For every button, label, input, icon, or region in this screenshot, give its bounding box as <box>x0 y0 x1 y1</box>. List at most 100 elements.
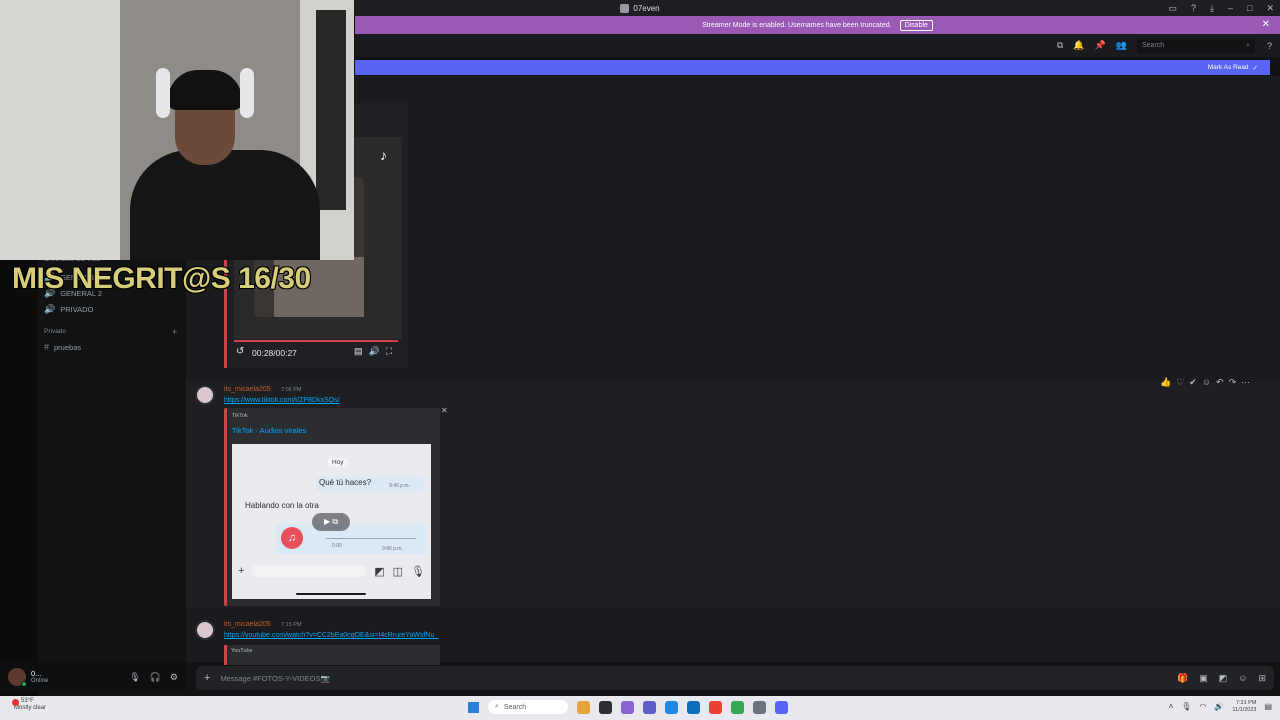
app-icon[interactable] <box>731 700 744 714</box>
pin-icon[interactable]: 📌 <box>1095 40 1106 51</box>
gift-icon[interactable]: 🎁 <box>1177 673 1188 684</box>
clock[interactable]: 7:31 PM 11/1/2023 <box>1232 700 1256 713</box>
music-note-icon: ♫ <box>281 527 303 549</box>
edge-icon[interactable] <box>665 700 678 714</box>
window-title: 07even <box>620 3 660 13</box>
minimize-icon[interactable]: – <box>1228 3 1233 13</box>
video-control-icons: ▤ 🔊 ⛶ <box>354 346 392 357</box>
bell-icon[interactable]: 🔔 <box>1073 40 1084 51</box>
mark-read-icon: ✓ <box>1252 64 1258 72</box>
message-composer: + Message #FOTOS-Y-VIDEOS📷 🎁 ▣ ◩ ☺ ⊞ <box>196 666 1274 690</box>
play-button[interactable]: ▶ ⧉ <box>312 513 350 531</box>
close-icon[interactable]: ✕ <box>1262 19 1270 30</box>
microphone-icon[interactable]: 🎙 <box>129 672 140 683</box>
embed-provider: TikTok <box>232 413 248 419</box>
wifi-icon[interactable]: ◠ <box>1199 702 1206 711</box>
message-input[interactable]: Message #FOTOS-Y-VIDEOS📷 <box>220 674 329 683</box>
banner-text: Streamer Mode is enabled. Usernames have… <box>702 21 892 29</box>
phone-input-bar: + ◩ ◫ 🎙 <box>232 560 431 582</box>
microphone-icon[interactable]: 🎙 <box>1181 702 1191 711</box>
message-actions: 👍 ♡ ✔ ☺ ↶ ↷ ⋯ <box>1160 377 1250 388</box>
notifications-icon[interactable]: ▤ <box>1264 702 1272 711</box>
outgoing-bubble: Qué tú haces? 9:46 p.m. <box>316 477 424 491</box>
user-panel: 0... Online 🎙 🎧 ⚙ <box>0 662 186 692</box>
download-icon[interactable]: ⤓ <box>1210 3 1214 14</box>
search-input[interactable]: Search ⌕ <box>1136 38 1255 53</box>
user-info[interactable]: 0... Online <box>31 670 48 684</box>
forward-icon[interactable]: ↷ <box>1229 377 1237 388</box>
headphones-left <box>156 68 170 118</box>
more-icon[interactable]: ⋯ <box>1241 377 1250 388</box>
weather-widget[interactable]: 53°F Mostly clear <box>12 698 46 712</box>
help-icon[interactable]: ? <box>1191 3 1196 13</box>
avatar[interactable] <box>195 385 215 405</box>
chevron-up-icon[interactable]: ˄ <box>1169 702 1174 711</box>
captions-icon[interactable]: ▤ <box>354 346 363 357</box>
embed-thumbnail[interactable]: Hoy Qué tú haces? 9:46 p.m. Hablando con… <box>232 444 431 599</box>
message-author[interactable]: its_micaela205 <box>224 621 271 628</box>
inbox-icon[interactable]: ▭ <box>1168 3 1177 14</box>
background-door <box>0 0 120 260</box>
replay-icon[interactable]: ↺ <box>236 346 244 357</box>
sticker-icon[interactable]: ◩ <box>1219 673 1228 684</box>
volume-icon[interactable]: 🔊 <box>1214 702 1224 711</box>
terminal-icon[interactable] <box>599 700 612 714</box>
avatar[interactable] <box>8 668 27 687</box>
text-channel-pruebas[interactable]: # pruebas <box>44 342 81 352</box>
chrome-icon[interactable] <box>709 700 722 714</box>
threads-icon[interactable]: ⧉ <box>1057 40 1063 51</box>
add-channel-icon[interactable]: + <box>172 327 177 337</box>
tiktok-icon: ♪ <box>380 147 387 163</box>
heart-icon[interactable]: ♡ <box>1176 377 1184 388</box>
search-icon: ⌕ <box>1246 41 1250 49</box>
emoji-icon[interactable]: ☺ <box>1238 673 1247 684</box>
background-gap <box>316 10 346 210</box>
close-icon[interactable]: ✕ <box>1266 3 1274 14</box>
teams-icon[interactable] <box>621 700 634 714</box>
reply-icon[interactable]: ↶ <box>1216 377 1224 388</box>
settings-icon[interactable]: ⚙ <box>170 672 178 683</box>
fullscreen-icon[interactable]: ⛶ <box>386 346 392 357</box>
taskbar-search[interactable]: ⌕ Search <box>488 700 568 714</box>
video-progress-bar[interactable] <box>234 340 398 342</box>
maximize-icon[interactable]: □ <box>1247 3 1252 13</box>
message-author[interactable]: its_micaela205 <box>224 386 271 393</box>
message-timestamp: 7:06 PM <box>281 387 302 393</box>
hash-icon: # <box>44 342 50 352</box>
apps-icon[interactable]: ⊞ <box>1258 673 1266 684</box>
settings-icon[interactable] <box>753 700 766 714</box>
new-messages-bar[interactable]: Mark As Read ✓ <box>355 60 1270 75</box>
avatar[interactable] <box>195 620 215 640</box>
check-icon[interactable]: ✔ <box>1189 377 1197 388</box>
start-icon[interactable] <box>468 701 479 713</box>
discord-icon[interactable] <box>775 700 788 714</box>
close-icon[interactable]: ✕ <box>441 406 448 415</box>
volume-icon[interactable]: 🔊 <box>369 346 380 357</box>
server-icon <box>620 3 630 13</box>
store-icon[interactable] <box>687 700 700 714</box>
webcam-overlay <box>0 0 354 260</box>
voice-channel-privado[interactable]: 🔊 PRIVADO <box>44 304 93 315</box>
video-time: 00:28/00:27 <box>252 348 297 358</box>
file-explorer-icon[interactable] <box>577 700 590 714</box>
private-section-header[interactable]: Privado + <box>44 327 177 337</box>
message-link[interactable]: https://www.tiktok.com/t/ZP8DkxSQs/ <box>224 397 340 404</box>
help-icon[interactable]: ? <box>1267 41 1272 51</box>
taskbar-apps: ⌕ Search <box>468 700 788 714</box>
add-reaction-icon[interactable]: ☺ <box>1202 377 1211 388</box>
headphones-right <box>240 68 254 118</box>
gif-icon[interactable]: ▣ <box>1199 673 1208 684</box>
headphones-icon[interactable]: 🎧 <box>150 672 161 683</box>
window-title-text: 07even <box>633 3 660 13</box>
thumbs-up-icon[interactable]: 👍 <box>1160 377 1171 388</box>
voice-track <box>326 538 416 539</box>
home-indicator <box>296 593 366 595</box>
onenote-icon[interactable] <box>643 700 656 714</box>
disable-button[interactable]: Disable <box>899 19 933 31</box>
members-icon[interactable]: 👥 <box>1116 40 1127 51</box>
embed-title[interactable]: TikTok · Audios virales <box>232 426 306 435</box>
embed-provider: YouTube <box>231 648 253 654</box>
message-link[interactable]: https://youtube.com/watch?v=CC2bEa0cqOE&… <box>224 632 438 639</box>
chat-day-label: Hoy <box>328 458 348 467</box>
attach-plus-icon[interactable]: + <box>204 672 210 684</box>
